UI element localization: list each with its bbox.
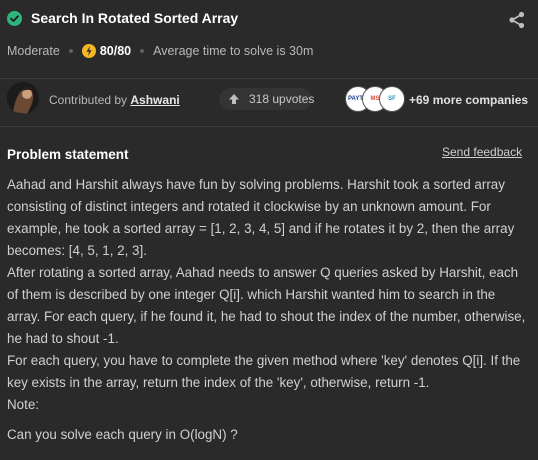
upvote-button[interactable]: 318 upvotes [219, 88, 315, 110]
problem-meta: Moderate 80/80 Average time to solve is … [7, 43, 313, 59]
problem-statement-body: Aahad and Harshit always have fun by sol… [7, 174, 531, 446]
bolt-icon [81, 44, 96, 58]
statement-paragraph: For each query, you have to complete the… [7, 353, 521, 390]
note-label: Note: [7, 397, 40, 412]
company-logos[interactable]: PAYTM MS SF [345, 86, 405, 112]
problem-statement-heading: Problem statement [7, 147, 129, 162]
contributor-credit: Contributed by Ashwani [49, 93, 180, 107]
solved-check-icon [7, 11, 22, 26]
send-feedback-link[interactable]: Send feedback [442, 145, 522, 159]
contributor-prefix: Contributed by [49, 93, 128, 107]
upvote-arrow-icon [229, 94, 239, 104]
average-time: Average time to solve is 30m [153, 44, 314, 58]
contributor-row: Contributed by Ashwani 318 upvotes PAYTM… [0, 79, 538, 124]
contributor-avatar [7, 82, 39, 114]
problem-header: Search In Rotated Sorted Array Moderate … [0, 0, 538, 78]
divider [0, 126, 538, 127]
statement-paragraph: Can you solve each query in O(logN) ? [7, 427, 238, 442]
separator-dot [140, 49, 145, 53]
statement-paragraph: Aahad and Harshit always have fun by sol… [7, 177, 515, 258]
contributor-name-link[interactable]: Ashwani [130, 93, 179, 107]
problem-title: Search In Rotated Sorted Array [31, 10, 239, 26]
company-logo-salesforce-icon: SF [379, 86, 405, 112]
score-value: 80/80 [99, 44, 132, 58]
more-companies-link[interactable]: +69 more companies [409, 93, 528, 107]
upvote-count: 318 upvotes [249, 92, 315, 106]
share-icon[interactable] [508, 11, 526, 29]
difficulty-label: Moderate [7, 44, 60, 58]
separator-dot [68, 49, 73, 53]
statement-paragraph: After rotating a sorted array, Aahad nee… [7, 265, 526, 346]
scroll-handle[interactable]: ⋮ [533, 316, 538, 330]
